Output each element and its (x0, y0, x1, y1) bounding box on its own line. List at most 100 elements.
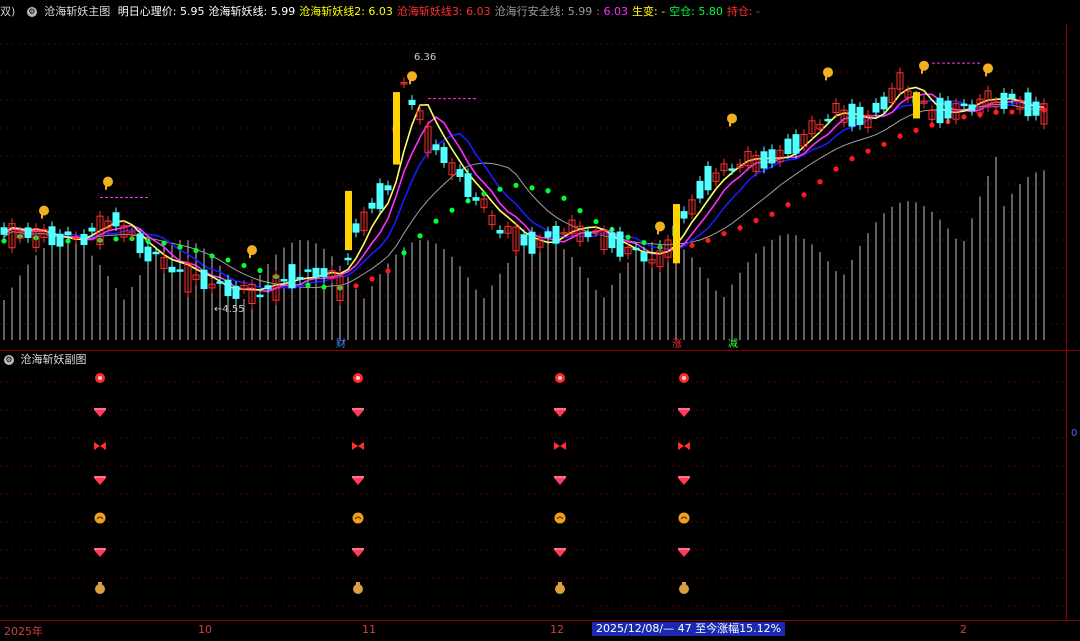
trend-dot (721, 230, 727, 237)
thought-bubble-icon (983, 63, 993, 74)
gear-icon[interactable]: ⚙ (26, 7, 37, 17)
candle-body (848, 103, 856, 127)
pane-divider[interactable] (0, 350, 1080, 351)
trend-dot (817, 179, 823, 185)
candle-body (824, 118, 832, 122)
candle-body (64, 231, 72, 236)
diamond-icon (554, 410, 566, 417)
diamond-icon (554, 408, 566, 410)
gear-icon[interactable]: ⚙ (4, 355, 14, 365)
trend-dot (577, 208, 583, 214)
trend-dot (161, 240, 167, 246)
time-tick: 10 (198, 623, 212, 636)
indicator-name[interactable]: 沧海斩妖主图 (44, 5, 110, 18)
trend-dot (529, 185, 535, 191)
thought-bubble-icon (103, 176, 113, 187)
candle-body (704, 166, 712, 191)
diamond-icon (352, 410, 364, 417)
trend-dot (305, 282, 311, 288)
bag-icon (353, 582, 363, 594)
thought-bubble-icon (655, 221, 665, 235)
money-bag-icon (679, 584, 689, 594)
indicator-value: 沧海斩妖线2: 6.03 (299, 5, 393, 18)
candle-body (472, 197, 480, 201)
trend-dot (641, 240, 647, 246)
trend-dot (961, 114, 967, 120)
thought-bubble-icon (103, 176, 113, 190)
candle-body (768, 149, 776, 164)
sub-axis (1066, 351, 1080, 621)
candle-body (856, 106, 864, 125)
candle-body (520, 234, 528, 246)
candle-body (496, 229, 504, 234)
diamond-icon (678, 408, 690, 417)
trend-dot (225, 257, 231, 263)
diamond-icon (352, 408, 364, 417)
low-price-label: ←4.55 (214, 304, 245, 315)
price-axis (1066, 24, 1080, 354)
signal-bar (913, 92, 920, 119)
candle-body (728, 168, 736, 171)
trend-dot (177, 244, 183, 250)
candle-body (616, 231, 624, 257)
trend-dot (241, 262, 247, 269)
thought-bubble-icon (105, 184, 107, 190)
money-bag-icon (682, 582, 686, 585)
thought-bubble-icon (919, 60, 929, 71)
bow-icon (352, 442, 364, 450)
trend-dot (401, 250, 407, 256)
candle-body (296, 277, 304, 280)
diamond-icon (678, 476, 690, 478)
diamond-icon (554, 408, 566, 417)
trend-dot (833, 166, 839, 172)
diamond-icon (94, 478, 106, 485)
smile-icon (352, 512, 364, 524)
bow-icon (358, 442, 364, 450)
candle-body (528, 231, 536, 254)
signal-marker: 涨 (672, 338, 682, 350)
diamond-icon (352, 476, 364, 485)
indicator-value: 明日心理价: 5.95 (117, 5, 205, 18)
candle-body (552, 225, 560, 244)
time-tick: 11 (362, 623, 376, 636)
diamond-icon (94, 408, 106, 410)
bow-icon (94, 442, 100, 450)
candle-body (136, 233, 144, 254)
candle-body (680, 211, 688, 219)
sub-indicator-chart[interactable] (0, 368, 1066, 620)
trend-dot (433, 218, 439, 224)
trend-dot (449, 207, 455, 213)
sub-indicator-name[interactable]: 沧海斩妖副图 (21, 353, 87, 366)
thought-bubble-icon (983, 63, 993, 77)
money-bag-icon (555, 584, 565, 594)
candle-body (440, 147, 448, 163)
bag-icon (555, 582, 565, 594)
diamond-icon (94, 550, 106, 557)
trend-dot (257, 267, 263, 274)
coin-icon (98, 376, 102, 380)
candle-body (936, 97, 944, 124)
coin-icon (95, 373, 105, 383)
candle-body (200, 269, 208, 290)
trend-dot (897, 133, 903, 139)
candle-body (312, 267, 320, 278)
trend-dot (913, 127, 919, 133)
time-tick: 2025年 (4, 625, 43, 638)
candle-body (224, 279, 232, 297)
indicator-value: 生变: - (632, 5, 666, 18)
trend-dot (785, 202, 791, 208)
trend-dot (417, 233, 423, 239)
trend-dot (353, 283, 359, 289)
diamond-icon (554, 478, 566, 485)
thought-bubble-icon (407, 71, 417, 85)
candle-body (0, 227, 8, 235)
trend-dot (385, 268, 391, 274)
candle-body (1024, 92, 1032, 117)
price-chart[interactable]: 6.36 ←4.55 财 涨 减 (0, 24, 1066, 350)
signal-marker: 减 (728, 338, 738, 350)
trend-dot (705, 237, 711, 243)
coin-icon (555, 373, 565, 383)
thought-bubble-icon (729, 121, 731, 127)
candle-body (872, 102, 880, 113)
candle-body (968, 104, 976, 111)
